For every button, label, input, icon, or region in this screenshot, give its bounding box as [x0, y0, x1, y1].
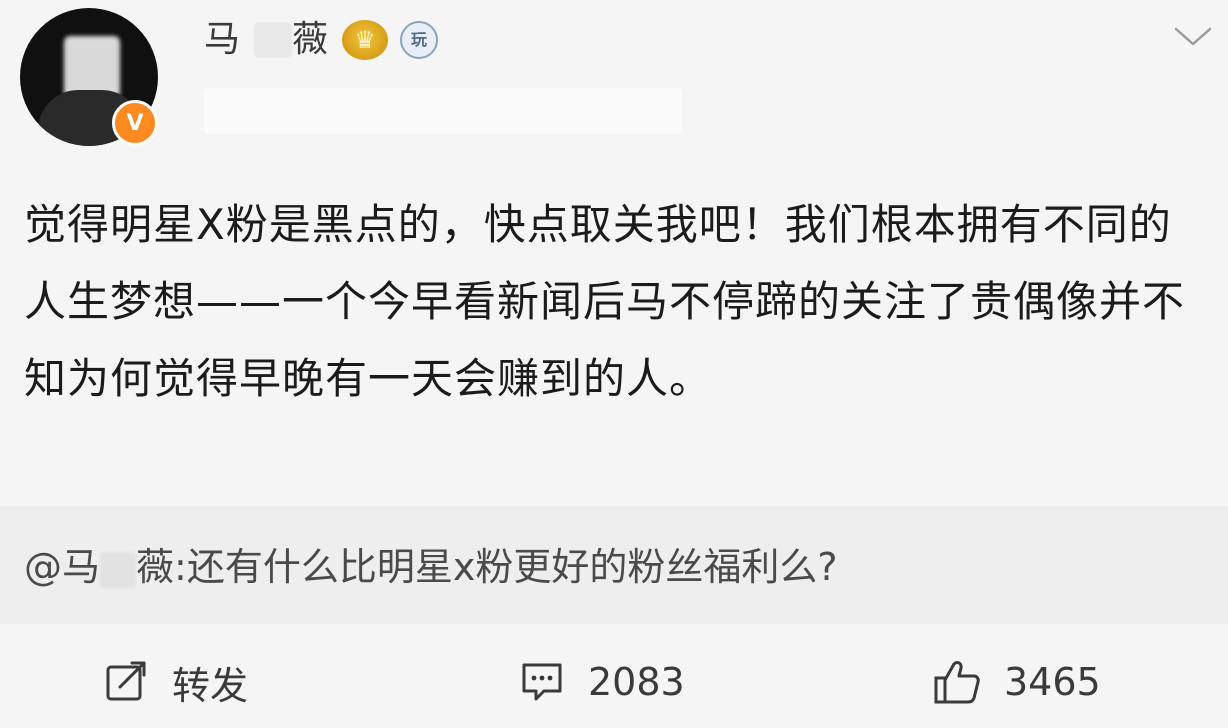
post-meta-redacted — [204, 88, 682, 134]
comment-icon — [522, 663, 562, 701]
repost-button[interactable]: 转发 — [104, 654, 248, 710]
thumbs-up-icon — [934, 661, 980, 704]
weibo-post-card: V 马 薇 ♛ 玩 觉得明星X粉是黑点的，快点取关我吧！我们根本拥有不同的人生梦… — [0, 0, 1228, 728]
chevron-down-icon[interactable] — [1170, 22, 1216, 50]
like-count: 3465 — [1004, 660, 1101, 704]
verified-icon: V — [112, 100, 158, 146]
author-name[interactable]: 马 薇 ♛ 玩 — [204, 18, 439, 62]
mention-suffix[interactable]: 薇 — [136, 545, 174, 589]
avatar-face-blurred — [64, 36, 120, 98]
author-name-prefix: 马 — [204, 19, 243, 60]
quoted-comment-text: @马 薇:还有什么比明星x粉更好的粉丝福利么? — [24, 542, 1204, 592]
mention-prefix[interactable]: @马 — [24, 545, 100, 589]
crown-icon[interactable]: ♛ — [342, 20, 389, 60]
action-bar: 转发 2083 3465 — [0, 636, 1228, 728]
repost-label: 转发 — [172, 663, 249, 708]
author-name-suffix: 薇 — [292, 19, 331, 60]
comment-count: 2083 — [588, 660, 685, 704]
quoted-comment[interactable]: @马 薇:还有什么比明星x粉更好的粉丝福利么? — [0, 506, 1228, 624]
name-redaction — [254, 23, 293, 57]
verified-badge-letter: V — [126, 110, 144, 136]
like-button[interactable]: 3465 — [932, 654, 1101, 710]
repost-icon — [106, 661, 146, 701]
level-badge-text: 玩 — [411, 30, 428, 49]
comment-button[interactable]: 2083 — [518, 654, 685, 710]
level-icon[interactable]: 玩 — [400, 21, 439, 59]
mention-redaction — [100, 551, 137, 588]
post-text: 觉得明星X粉是黑点的，快点取关我吧！我们根本拥有不同的人生梦想——一个今早看新闻… — [24, 200, 1186, 403]
quoted-text: :还有什么比明星x粉更好的粉丝福利么? — [174, 545, 838, 589]
